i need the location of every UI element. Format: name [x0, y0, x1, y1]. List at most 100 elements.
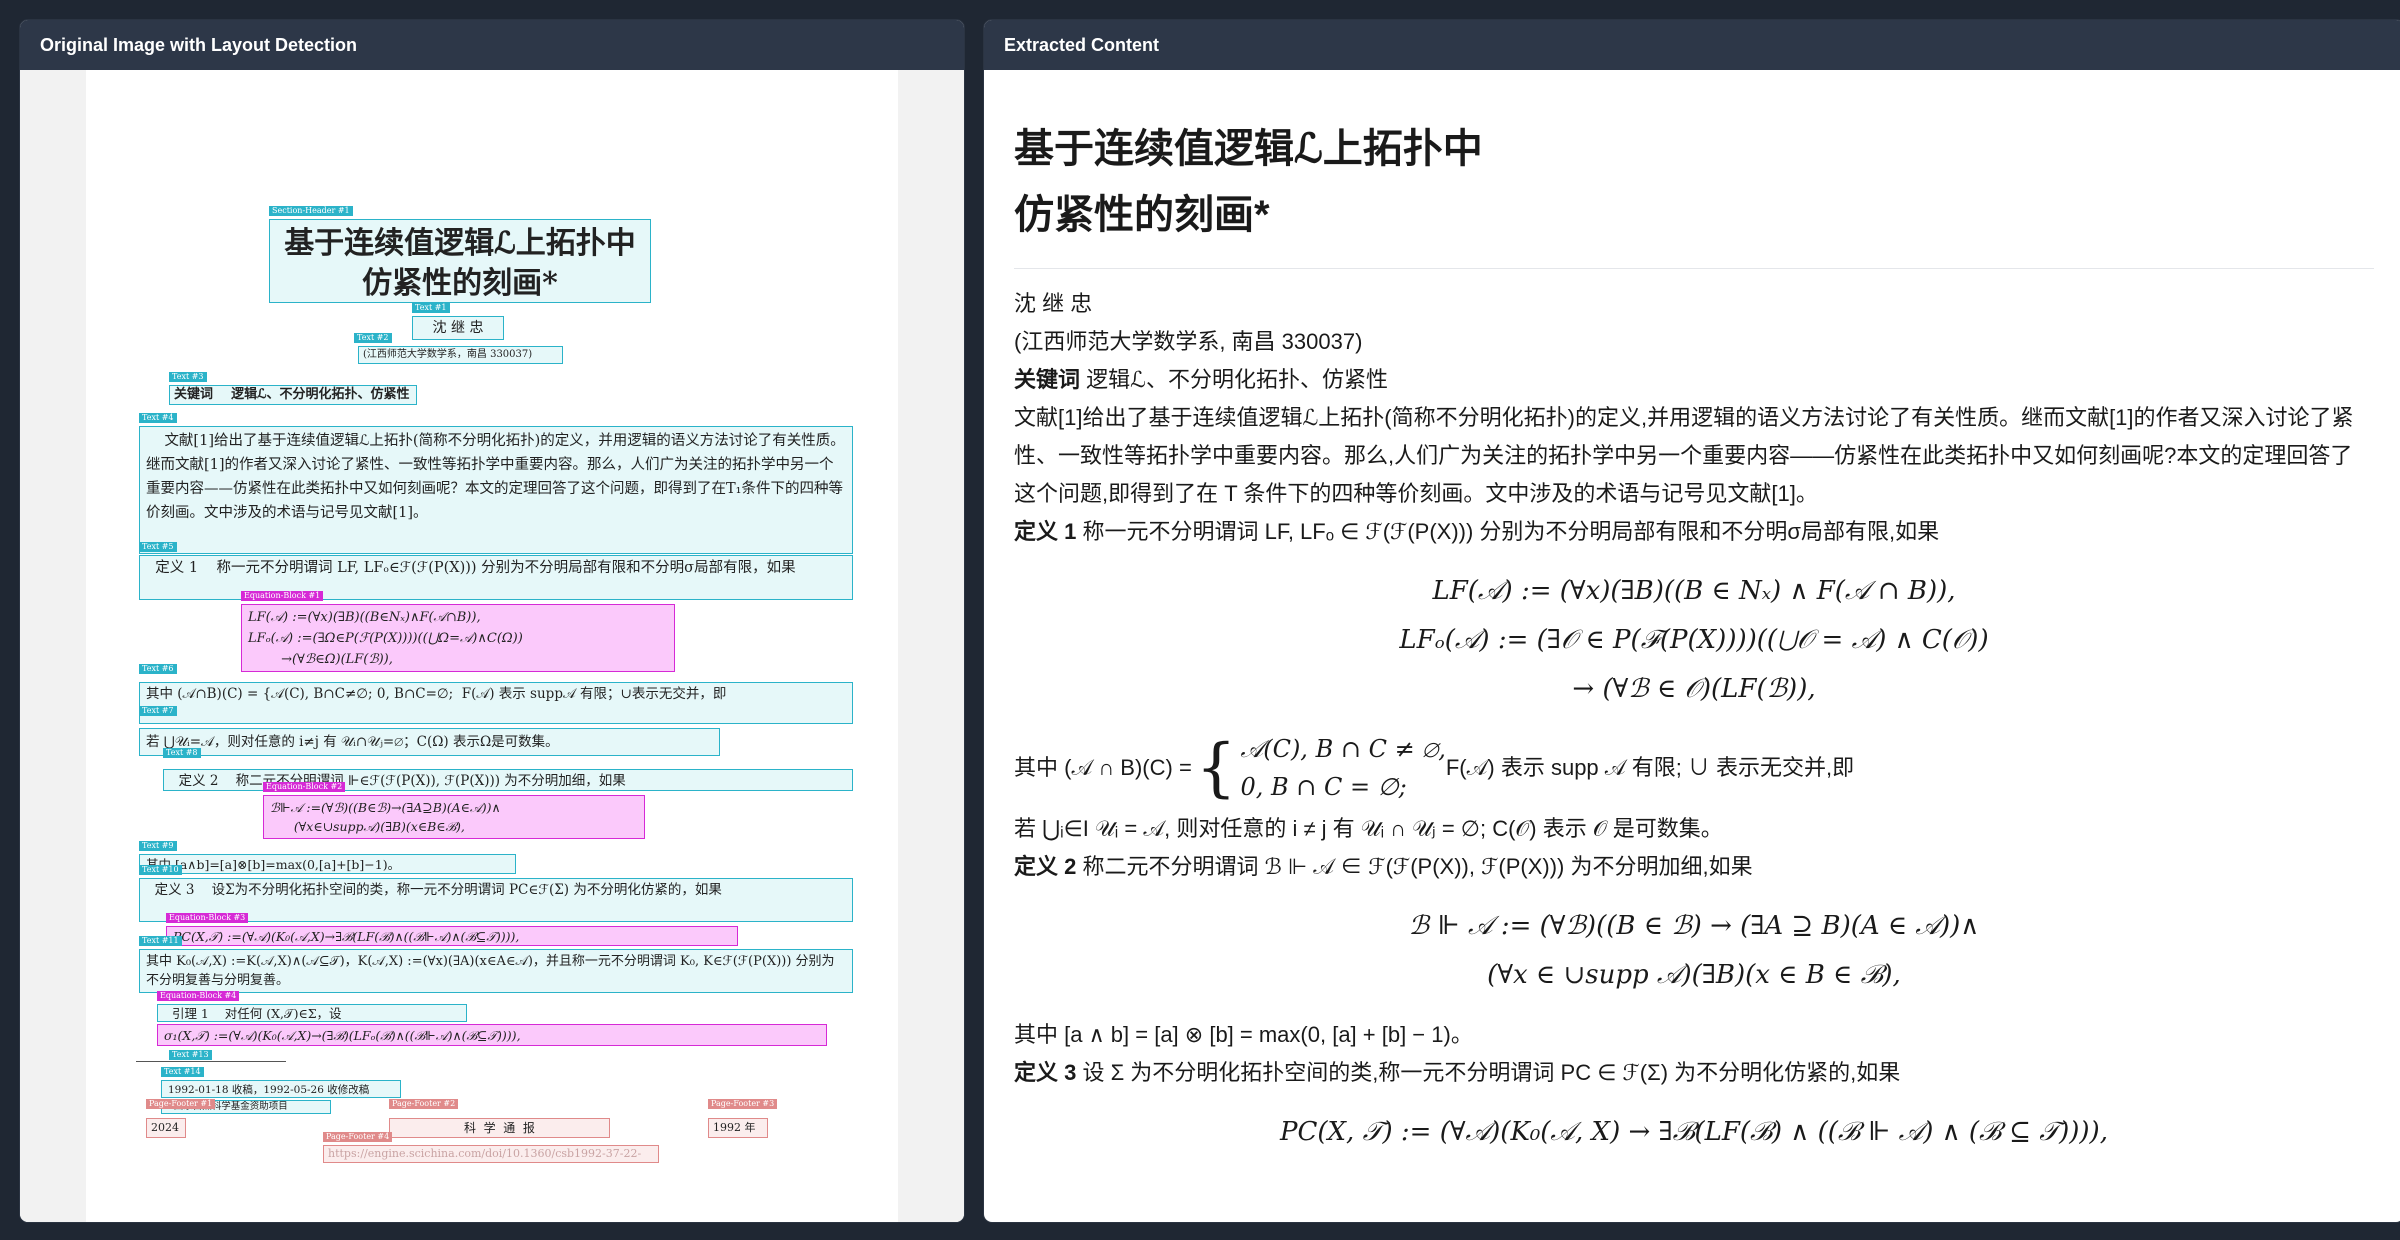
cases-values: 𝒜(C), B ∩ C ≠ ∅, 0, B ∩ C = ∅;	[1241, 730, 1446, 806]
keywords-label: 关键词	[1014, 367, 1081, 392]
equation-1-line-3: → (∀ℬ ∈ 𝒪)(LF(ℬ)),	[1572, 674, 1816, 704]
definition-2: 定义 2 称二元不分明谓词 ℬ ⊩ 𝒜 ∈ ℱ(ℱ(P(X)), ℱ(P(X))…	[1014, 848, 2374, 886]
box-tag: Text #14	[161, 1067, 204, 1077]
affiliation-text: (江西师范大学数学系，南昌 330037)	[363, 349, 533, 360]
case-2: 0, B ∩ C = ∅;	[1240, 773, 1407, 801]
extracted-panel-title: Extracted Content	[984, 20, 2400, 70]
extracted-content-panel: Extracted Content 基于连续值逻辑ℒ上拓扑中 仿紧性的刻画* 沈…	[984, 20, 2400, 1222]
affiliation-box[interactable]: (江西师范大学数学系，南昌 330037)	[358, 346, 563, 364]
box-tag: Page-Footer #3	[708, 1099, 778, 1109]
keywords-box[interactable]: 关键词 逻辑ℒ、不分明化拓扑、仿紧性	[169, 385, 417, 405]
text7-box[interactable]: 若 ⋃𝒰ᵢ=𝒜，则对任意的 i≠j 有 𝒰ᵢ∩𝒰ⱼ=∅；C(Ω) 表示Ω是可数集…	[139, 728, 720, 756]
definition-1-label: 定义 1	[1014, 519, 1077, 544]
equation2-text: ℬ⊩𝒜 :=(∀ℬ)((B∈ℬ)→(∃A⊇B)(A∈𝒜))∧ (∀x∈∪supp…	[270, 800, 501, 834]
page-footer-3[interactable]: 1992 年	[708, 1118, 768, 1138]
box-tag: Equation-Block #3	[166, 913, 249, 923]
box-tag: Text #8	[163, 748, 201, 758]
box-tag: Text #5	[139, 542, 177, 552]
definition-2-text: 称二元不分明谓词 ℬ ⊩ 𝒜 ∈ ℱ(ℱ(P(X)), ℱ(P(X))) 为不分…	[1076, 854, 1753, 879]
equation-block-3[interactable]: PC(X,𝒯) :=(∀𝒜)(K₀(𝒜,X)→∃ℬ(LF(ℬ)∧((ℬ⊩𝒜)∧(…	[166, 926, 738, 946]
page-footer-2[interactable]: 科 学 通 报	[389, 1118, 610, 1138]
lukasiewicz-line: 其中 [a ∧ b] = [a] ⊗ [b] = max(0, [a] + [b…	[1014, 1022, 1473, 1047]
layout-detection-panel: Original Image with Layout Detection Sec…	[20, 20, 964, 1222]
text6-box[interactable]: 其中 (𝒜∩B)(C) = {𝒜(C), B∩C≠∅; 0, B∩C=∅; F(…	[139, 682, 853, 724]
author-text: 沈 继 忠	[432, 320, 484, 336]
box-tag: Text #3	[169, 372, 207, 382]
case-1: 𝒜(C), B ∩ C ≠ ∅,	[1240, 735, 1446, 763]
keywords: 关键词 逻辑ℒ、不分明化拓扑、仿紧性	[1014, 361, 2374, 399]
definition1-text: 定义 1 称一元不分明谓词 LF, LFₒ∈ℱ(ℱ(P(X))) 分别为不分明局…	[146, 560, 796, 576]
section-header-box[interactable]: 基于连续值逻辑ℒ上拓扑中 仿紧性的刻画*	[269, 219, 651, 303]
equation-1-line-1: LF(𝒜) := (∀x)(∃B)((B ∈ Nₓ) ∧ F(𝒜 ∩ B)),	[1432, 576, 1956, 606]
extracted-content[interactable]: 基于连续值逻辑ℒ上拓扑中 仿紧性的刻画* 沈 继 忠 (江西师范大学数学系, 南…	[984, 70, 2400, 1222]
text7-text: 若 ⋃𝒰ᵢ=𝒜，则对任意的 i≠j 有 𝒰ᵢ∩𝒰ⱼ=∅；C(Ω) 表示Ω是可数集…	[146, 734, 559, 750]
box-tag: Text #7	[139, 706, 177, 716]
definition-2-label: 定义 2	[1014, 854, 1077, 879]
intro-box[interactable]: 文献[1]给出了基于连续值逻辑ℒ上拓扑(简称不分明化拓扑)的定义，并用逻辑的语义…	[139, 426, 853, 554]
text6-text: 其中 (𝒜∩B)(C) = {𝒜(C), B∩C≠∅; 0, B∩C=∅; F(…	[146, 686, 727, 702]
definition-1-text: 称一元不分明谓词 LF, LFₒ ∈ ℱ(ℱ(P(X))) 分别为不分明局部有限…	[1076, 519, 1940, 544]
equation-2-line-1: ℬ ⊩ 𝒜 := (∀ℬ)((B ∈ ℬ) → (∃A ⊇ B)(A ∈ 𝒜))…	[1408, 911, 1980, 941]
author-box[interactable]: 沈 继 忠	[412, 316, 504, 340]
equation-block-2: ℬ ⊩ 𝒜 := (∀ℬ)((B ∈ ℬ) → (∃A ⊇ B)(A ∈ 𝒜))…	[1014, 902, 2374, 1000]
box-tag: Page-Footer #2	[389, 1099, 459, 1109]
page-footer-4[interactable]: https://engine.scichina.com/doi/10.1360/…	[323, 1145, 659, 1163]
page-footer-1[interactable]: 2024	[146, 1118, 186, 1138]
box-tag: Equation-Block #2	[263, 782, 346, 792]
box-tag: Text #6	[139, 664, 177, 674]
box-tag: Text #4	[139, 413, 177, 423]
document-page: Section-Header #1 基于连续值逻辑ℒ上拓扑中 仿紧性的刻画* T…	[86, 70, 898, 1222]
title-line-2: 仿紧性的刻画*	[1014, 193, 1270, 237]
box-tag: Section-Header #1	[269, 206, 353, 216]
box-tag: Equation-Block #4	[157, 991, 240, 1001]
equation3-text: PC(X,𝒯) :=(∀𝒜)(K₀(𝒜,X)→∃ℬ(LF(ℬ)∧((ℬ⊩𝒜)∧(…	[173, 929, 520, 944]
affiliation: (江西师范大学数学系, 南昌 330037)	[1014, 329, 1363, 354]
document-title: 基于连续值逻辑ℒ上拓扑中 仿紧性的刻画*	[1014, 116, 2374, 248]
equation-block-4[interactable]: σ₁(X,𝒯) :=(∀𝒜)(K₀(𝒜,X)→(∃ℬ)(LFₒ(ℬ)∧((ℬ⊩𝒜…	[157, 1024, 827, 1046]
lemma1-box[interactable]: 引理 1 对任何 (X,𝒯)∈Σ，设	[157, 1004, 467, 1022]
definition-3-text: 设 Σ 为不分明化拓扑空间的类,称一元不分明谓词 PC ∈ ℱ(Σ) 为不分明化…	[1076, 1060, 1901, 1085]
box-tag: Text #11	[139, 936, 182, 946]
equation-block-2[interactable]: ℬ⊩𝒜 :=(∀ℬ)((B∈ℬ)→(∃A⊇B)(A∈𝒜))∧ (∀x∈∪supp…	[263, 795, 645, 839]
box-tag: Text #13	[169, 1050, 212, 1060]
text11-box[interactable]: 其中 K₀(𝒜,X) :=K(𝒜,X)∧(𝒜⊆𝒯)，K(𝒜,X) :=(∀x)(…	[139, 949, 853, 993]
text9-text: 其中 [a∧b]=[a]⊗[b]=max(0,[a]+[b]−1)。	[146, 857, 401, 872]
definition-1: 定义 1 称一元不分明谓词 LF, LFₒ ∈ ℱ(ℱ(P(X))) 分别为不分…	[1014, 513, 2374, 551]
equation-block-1[interactable]: LF(𝒜) :=(∀x)(∃B)((B∈Nₓ)∧F(𝒜∩B)), LFₒ(𝒜) …	[241, 604, 675, 672]
definition-3-label: 定义 3	[1014, 1060, 1077, 1085]
text11-text: 其中 K₀(𝒜,X) :=K(𝒜,X)∧(𝒜⊆𝒯)，K(𝒜,X) :=(∀x)(…	[146, 954, 835, 988]
footer-url-text: https://engine.scichina.com/doi/10.1360/…	[328, 1147, 642, 1162]
title-divider	[1014, 268, 2374, 269]
cases-suffix: F(𝒜) 表示 supp 𝒜 有限; ∪ 表示无交并,即	[1445, 755, 1855, 780]
document-viewer[interactable]: Section-Header #1 基于连续值逻辑ℒ上拓扑中 仿紧性的刻画* T…	[20, 70, 964, 1222]
intro-paragraph: 文献[1]给出了基于连续值逻辑ℒ上拓扑(简称不分明化拓扑)的定义,并用逻辑的语义…	[1014, 405, 2354, 506]
equation1-text: LF(𝒜) :=(∀x)(∃B)((B∈Nₓ)∧F(𝒜∩B)), LFₒ(𝒜) …	[248, 610, 523, 667]
equation-1-line-2: LFₒ(𝒜) := (∃𝒪 ∈ P(ℱ(P(X))))((⋃𝒪 = 𝒜) ∧ C…	[1399, 625, 1989, 655]
footer3-text: 1992 年	[713, 1121, 756, 1134]
cases-brace: {	[1195, 731, 1237, 805]
box-tag: Page-Footer #4	[323, 1132, 393, 1142]
cases-prefix: 其中 (𝒜 ∩ B)(C) =	[1014, 755, 1192, 780]
keywords-text: 逻辑ℒ、不分明化拓扑、仿紧性	[1080, 367, 1388, 392]
title-line-1: 基于连续值逻辑ℒ上拓扑中	[1014, 127, 1483, 171]
author: 沈 继 忠	[1014, 291, 1093, 316]
text9-box[interactable]: 其中 [a∧b]=[a]⊗[b]=max(0,[a]+[b]−1)。	[139, 854, 516, 874]
keywords-text: 关键词 逻辑ℒ、不分明化拓扑、仿紧性	[174, 387, 410, 402]
intro-text: 文献[1]给出了基于连续值逻辑ℒ上拓扑(简称不分明化拓扑)的定义，并用逻辑的语义…	[146, 433, 845, 521]
received-date-text: 1992-01-18 收稿，1992-05-26 收修改稿	[168, 1084, 370, 1096]
box-tag: Text #2	[354, 333, 392, 343]
equation-2-line-2: (∀x ∈ ∪supp 𝒜)(∃B)(x ∈ B ∈ ℬ),	[1487, 960, 1901, 990]
equation4-text: σ₁(X,𝒯) :=(∀𝒜)(K₀(𝒜,X)→(∃ℬ)(LFₒ(ℬ)∧((ℬ⊩𝒜…	[164, 1028, 521, 1043]
equation-block-3: PC(X, 𝒯) := (∀𝒜)(K₀(𝒜, X) → ∃ℬ(LF(ℬ) ∧ (…	[1014, 1108, 2374, 1157]
box-tag: Text #10	[139, 865, 182, 875]
cases-line: 其中 (𝒜 ∩ B)(C) = { 𝒜(C), B ∩ C ≠ ∅, 0, B …	[1014, 730, 2374, 806]
equation-block-1: LF(𝒜) := (∀x)(∃B)((B ∈ Nₓ) ∧ F(𝒜 ∩ B)), …	[1014, 567, 2374, 714]
definition3-text: 定义 3 设Σ为不分明化拓扑空间的类，称一元不分明谓词 PC∈ℱ(Σ) 为不分明…	[146, 882, 722, 898]
page-title-text: 基于连续值逻辑ℒ上拓扑中 仿紧性的刻画*	[284, 226, 636, 301]
layout-panel-title: Original Image with Layout Detection	[20, 20, 964, 70]
box-tag: Text #1	[412, 303, 450, 313]
received-date-box[interactable]: 1992-01-18 收稿，1992-05-26 收修改稿	[161, 1080, 401, 1098]
definition-3: 定义 3 设 Σ 为不分明化拓扑空间的类,称一元不分明谓词 PC ∈ ℱ(Σ) …	[1014, 1054, 2374, 1092]
footer2-text: 科 学 通 报	[464, 1121, 535, 1135]
lemma1-text: 引理 1 对任何 (X,𝒯)∈Σ，设	[164, 1006, 342, 1021]
